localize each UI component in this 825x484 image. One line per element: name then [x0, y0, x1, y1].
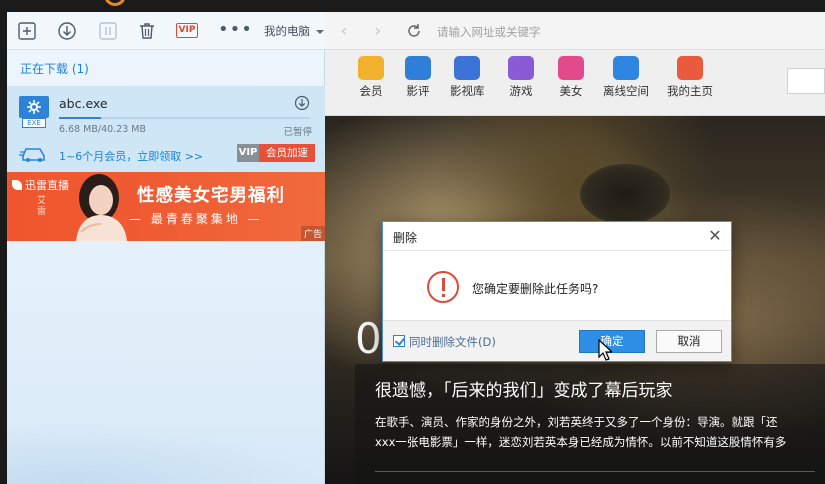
delete-dialog: 删除 ✕ 您确定要删除此任务吗? 同时删除文件(D) 确定 取消 [382, 221, 732, 362]
cancel-button[interactable]: 取消 [656, 330, 722, 353]
location-dropdown[interactable]: 我的电脑 [264, 23, 324, 39]
chat-icon [405, 56, 431, 80]
divider [375, 471, 815, 472]
download-toolbar: VIP ••• 我的电脑 [7, 12, 325, 50]
nav-item-my-homepage[interactable]: 我的主页 [667, 56, 713, 99]
vip-button[interactable]: VIP [176, 23, 198, 38]
resume-download-icon[interactable] [294, 95, 310, 111]
title-strip [0, 0, 825, 12]
address-bar: ‹ › [325, 12, 825, 50]
car-icon [19, 142, 49, 164]
dialog-title: 删除 [393, 231, 418, 245]
nav-item-offline-space[interactable]: 离线空间 [603, 56, 649, 99]
more-button[interactable]: ••• [218, 19, 253, 40]
background-decoration [7, 424, 325, 484]
download-start-icon[interactable] [57, 21, 77, 41]
download-progress-bar [59, 117, 310, 119]
site-search-box[interactable] [787, 68, 825, 94]
download-panel: VIP ••• 我的电脑 正在下载 (1) EXE abc.exe 6.68 M… [7, 12, 325, 484]
member-accelerate-button[interactable]: 会员加速 [259, 144, 315, 162]
hero-number: 0 [355, 314, 382, 363]
mask-icon [558, 56, 584, 80]
forward-icon[interactable]: › [369, 22, 387, 40]
ad-subline: — 最青春聚集地 — [129, 212, 263, 226]
download-status: 已暂停 [283, 127, 312, 138]
downloading-section-title[interactable]: 正在下载 (1) [20, 60, 89, 77]
dialog-message: 您确定要删除此任务吗? [472, 282, 599, 296]
nav-item-beauty[interactable]: 美女 [558, 56, 584, 99]
hero-image-detail [580, 164, 670, 224]
dialog-header: 删除 ✕ [383, 222, 731, 251]
confirm-button[interactable]: 确定 [579, 330, 645, 353]
app-logo-icon [104, 0, 126, 6]
back-icon[interactable]: ‹ [335, 22, 353, 40]
nav-item-review[interactable]: 影评 [405, 56, 431, 99]
ad-tag: 广告 [300, 226, 325, 241]
gamepad-icon [508, 56, 534, 80]
delete-file-checkbox[interactable] [393, 335, 405, 347]
download-item[interactable]: EXE abc.exe 6.68 MB/40.23 MB 已暂停 1~6个月会员… [7, 86, 325, 182]
close-icon[interactable]: ✕ [705, 226, 725, 246]
refresh-icon[interactable] [405, 22, 423, 40]
warning-icon [427, 271, 459, 303]
nav-item-member[interactable]: 会员 [358, 56, 384, 99]
file-size: 6.68 MB/40.23 MB [59, 124, 147, 135]
membership-promo-link[interactable]: 1~6个月会员，立即领取 >> [59, 148, 203, 164]
vip-tag: VIP [237, 144, 259, 162]
ad-banner[interactable]: 迅雷直播 艾雷 性感美女宅男福利 — 最青春聚集地 — 广告 [7, 172, 325, 241]
bird-icon [12, 180, 22, 190]
file-name: abc.exe [59, 96, 108, 111]
pause-icon[interactable] [98, 21, 118, 41]
chevron-down-icon [315, 29, 324, 34]
dialog-footer: 同时删除文件(D) 确定 取消 [383, 320, 731, 361]
ad-model-image [76, 174, 127, 241]
news-body: 在歌手、演员、作家的身份之外，刘若英终于又多了一个身份：导演。就跟「还 xxx一… [375, 415, 787, 449]
gift-icon [358, 56, 384, 80]
site-nav-bar: 会员 影评 影视库 游戏 美女 离线空间 我的主页 [325, 50, 825, 116]
home-icon [677, 56, 703, 80]
play-icon [454, 56, 481, 80]
news-card[interactable]: 很遗憾，「后来的我们」变成了幕后玩家 在歌手、演员、作家的身份之外，刘若英终于又… [355, 364, 825, 484]
delete-file-checkbox-label[interactable]: 同时删除文件(D) [409, 334, 496, 350]
ad-headline: 性感美女宅男福利 [137, 186, 285, 206]
ad-side-text: 艾雷 [37, 196, 47, 217]
url-input[interactable] [437, 23, 737, 41]
new-task-icon[interactable] [17, 21, 37, 41]
location-label: 我的电脑 [264, 24, 310, 38]
trash-icon[interactable] [137, 21, 157, 41]
cloud-icon [613, 56, 639, 80]
nav-item-games[interactable]: 游戏 [508, 56, 534, 99]
mouse-cursor-icon [598, 339, 612, 361]
exe-file-icon: EXE [19, 96, 49, 128]
nav-item-library[interactable]: 影视库 [450, 56, 485, 99]
news-title[interactable]: 很遗憾，「后来的我们」变成了幕后玩家 [375, 376, 673, 401]
file-type-label: EXE [22, 118, 46, 128]
